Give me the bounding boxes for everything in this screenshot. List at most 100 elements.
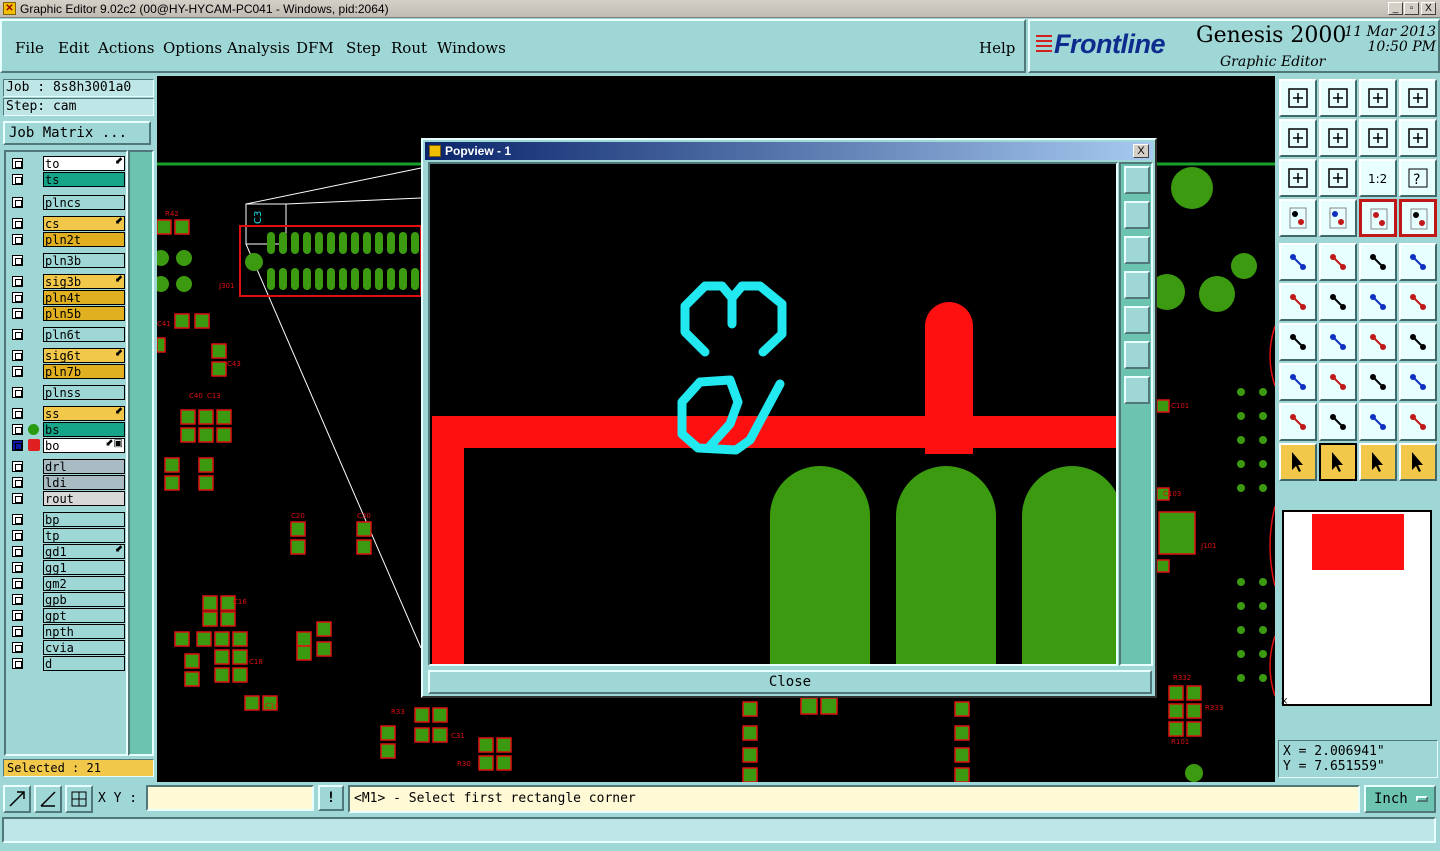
popview-pan-down-button[interactable] [1124, 236, 1150, 264]
menu-edit[interactable]: Edit [58, 39, 89, 57]
menu-analysis[interactable]: Analysis [227, 39, 290, 57]
popview-pan-left-button[interactable] [1124, 271, 1150, 299]
pointer-button[interactable] [1279, 443, 1317, 481]
grid-mode-button[interactable] [65, 785, 93, 813]
window-fit-button[interactable] [1399, 79, 1437, 117]
layer-checkbox[interactable] [12, 546, 23, 557]
text-f-button[interactable] [1399, 323, 1437, 361]
layer-name[interactable]: d [43, 656, 125, 671]
popview-close-x-button[interactable]: X [1133, 144, 1149, 158]
pan-right-button[interactable] [1319, 119, 1357, 157]
layer-checkbox[interactable] [12, 642, 23, 653]
layer-checkbox[interactable] [12, 197, 23, 208]
layer-row-gpt[interactable]: gpt [8, 608, 126, 623]
layer-row-d[interactable]: d [8, 656, 126, 671]
layer-row-gpb[interactable]: gpb [8, 592, 126, 607]
layer-name[interactable]: gg1 [43, 560, 125, 575]
layer-checkbox[interactable] [12, 350, 23, 361]
layer-checkbox[interactable] [12, 158, 23, 169]
popview-zoomed-view[interactable] [430, 164, 1116, 664]
layer-row-gg1[interactable]: gg1 [8, 560, 126, 575]
layer-checkbox[interactable] [12, 530, 23, 541]
grid-button[interactable] [1319, 199, 1357, 237]
layer-row-plnss[interactable]: plnss [8, 385, 126, 400]
layer-checkbox[interactable] [12, 387, 23, 398]
layer-checkbox[interactable] [12, 408, 23, 419]
menu-step[interactable]: Step [346, 39, 381, 57]
move-button[interactable] [1319, 363, 1357, 401]
arc-button[interactable] [1359, 323, 1397, 361]
layer-name[interactable]: cs [43, 216, 125, 231]
layer-scrollbar[interactable] [128, 150, 154, 756]
layer-checkbox[interactable] [12, 477, 23, 488]
layer-name[interactable]: plnss [43, 385, 125, 400]
layer-name[interactable]: bp [43, 512, 125, 527]
layer-checkbox[interactable] [12, 329, 23, 340]
job-matrix-button[interactable]: Job Matrix ... [3, 121, 151, 145]
layer-red-toggle-button[interactable] [1399, 199, 1437, 237]
layer-name[interactable]: gd1 [43, 544, 125, 559]
layer-row-npth[interactable]: npth [8, 624, 126, 639]
popview-zoom-box-button[interactable] [1124, 166, 1150, 194]
layer-checkbox[interactable] [12, 424, 23, 435]
layer-row-bs[interactable]: bs [8, 422, 126, 437]
popview-pan-up-button[interactable] [1124, 201, 1150, 229]
layer-checkbox[interactable] [12, 578, 23, 589]
minimize-button[interactable]: _ [1388, 2, 1403, 15]
maximize-button[interactable]: ▫ [1404, 2, 1419, 15]
snap-mode-button[interactable] [3, 785, 31, 813]
layer-name[interactable]: pln3b [43, 253, 125, 268]
menu-options[interactable]: Options [163, 39, 222, 57]
popview-close-button[interactable]: Close [428, 670, 1152, 694]
layer-row-pln2t[interactable]: pln2t [8, 232, 126, 247]
connect-button[interactable] [1399, 443, 1437, 481]
layer-name[interactable]: cvia [43, 640, 125, 655]
pan-down-button[interactable] [1319, 79, 1357, 117]
layer-name[interactable]: drl [43, 459, 125, 474]
settings-button[interactable] [1279, 199, 1317, 237]
exclamation-button[interactable]: ! [318, 785, 344, 811]
layer-name[interactable]: pln7b [43, 364, 125, 379]
layer-name[interactable]: sig3b [43, 274, 125, 289]
layer-checkbox[interactable] [12, 594, 23, 605]
layer-name[interactable]: rout [43, 491, 125, 506]
layer-name[interactable]: pln4t [43, 290, 125, 305]
layer-checkbox[interactable] [12, 308, 23, 319]
layer-row-rout[interactable]: rout [8, 491, 126, 506]
triangle-button[interactable] [1319, 403, 1357, 441]
redraw-button[interactable] [1399, 119, 1437, 157]
layer-name[interactable]: ss [43, 406, 125, 421]
layer-name[interactable]: pln6t [43, 327, 125, 342]
layer-name[interactable]: ts [43, 172, 125, 187]
pan-left-button[interactable] [1279, 119, 1317, 157]
layer-row-bo[interactable]: bo ⬋▣ [8, 438, 126, 453]
layer-name[interactable]: pln5b [43, 306, 125, 321]
delete-button[interactable] [1319, 283, 1357, 321]
board-overview-minimap[interactable]: × [1280, 510, 1432, 707]
pad-button[interactable] [1279, 363, 1317, 401]
layer-checkbox[interactable] [12, 174, 23, 185]
layer-checkbox[interactable] [12, 218, 23, 229]
layer-name[interactable]: bs [43, 422, 125, 437]
menu-actions[interactable]: Actions [98, 39, 154, 57]
close-button[interactable]: X [1421, 2, 1436, 15]
home-button[interactable] [1359, 79, 1397, 117]
polygon-button[interactable] [1279, 403, 1317, 441]
layer-checkbox[interactable] [12, 366, 23, 377]
layer-row-to[interactable]: to ⬋ [8, 156, 126, 171]
slash-button[interactable] [1319, 323, 1357, 361]
help-button[interactable]: ? [1399, 159, 1437, 197]
layer-row-gm2[interactable]: gm2 [8, 576, 126, 591]
layer-checkbox[interactable] [12, 658, 23, 669]
layer-checkbox[interactable] [12, 626, 23, 637]
snap-pad-button[interactable] [1279, 243, 1317, 281]
pointer-alt-button[interactable] [1359, 443, 1397, 481]
feature-select-button[interactable] [1399, 243, 1437, 281]
layer-toggle-button[interactable] [1359, 199, 1397, 237]
layer-name[interactable]: plncs [43, 195, 125, 210]
layer-checkbox[interactable] [12, 461, 23, 472]
layer-row-tp[interactable]: tp [8, 528, 126, 543]
layer-row-ss[interactable]: ss ⬋ [8, 406, 126, 421]
layer-checkbox[interactable] [12, 292, 23, 303]
measure-button[interactable] [1359, 363, 1397, 401]
